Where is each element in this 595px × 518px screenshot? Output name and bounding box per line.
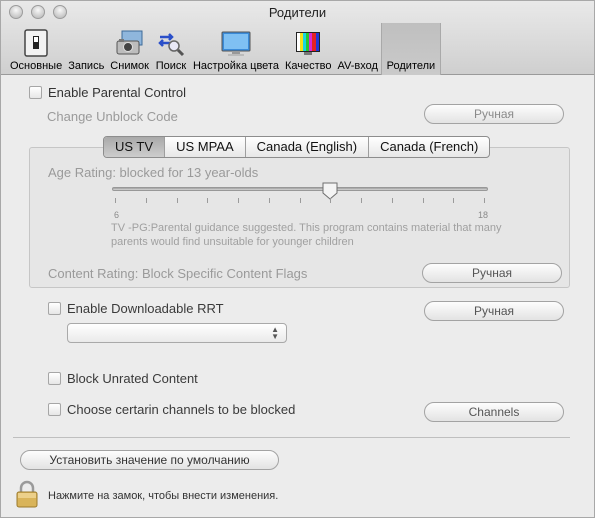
toolbar-item-general[interactable]: Основные	[7, 23, 65, 75]
rating-system-tabs: US TV US MPAA Canada (English) Canada (F…	[103, 136, 491, 158]
record-icon	[70, 29, 102, 57]
toolbar-item-record[interactable]: Запись	[65, 23, 107, 75]
toolbar-item-search[interactable]: Поиск	[152, 23, 190, 75]
lock-icon[interactable]	[15, 480, 39, 508]
block-unrated-label: Block Unrated Content	[67, 371, 198, 386]
content-rating-row: Content Rating: Block Specific Content F…	[48, 266, 307, 281]
toolbar-item-label: AV-вход	[337, 60, 378, 72]
slider-max-label: 18	[478, 210, 489, 220]
enable-parental-control-checkbox[interactable]	[29, 86, 42, 99]
title-bar: Родители Основные Запись Снимок Поиск На…	[1, 1, 594, 75]
choose-channels-label: Choose certarin channels to be blocked	[67, 402, 296, 417]
tab-us-tv[interactable]: US TV	[104, 137, 166, 157]
toolbar-item-av-input[interactable]: AV-вход	[334, 23, 380, 75]
toolbar-item-label: Снимок	[110, 60, 149, 72]
enable-parental-control-row[interactable]: Enable Parental Control	[29, 85, 186, 100]
tab-us-mpaa[interactable]: US MPAA	[165, 137, 246, 157]
toolbar-item-parents[interactable]: Родители	[380, 23, 441, 75]
change-unblock-code-label: Change Unblock Code	[47, 109, 178, 124]
parents-icon	[385, 29, 437, 57]
block-unrated-row[interactable]: Block Unrated Content	[48, 371, 198, 386]
enable-parental-control-label: Enable Parental Control	[48, 85, 187, 100]
toolbar-item-label: Качество	[284, 60, 332, 72]
monitor-icon	[220, 29, 252, 57]
toolbar: Основные Запись Снимок Поиск Настройка ц…	[7, 23, 441, 75]
preferences-window: Родители Основные Запись Снимок Поиск На…	[0, 0, 595, 518]
av-input-icon	[342, 29, 374, 57]
age-slider-track[interactable]	[112, 187, 488, 191]
toolbar-item-label: Основные	[10, 60, 63, 72]
slider-min-label: 6	[114, 210, 120, 220]
toolbar-item-color-settings[interactable]: Настройка цвета	[190, 23, 282, 75]
toolbar-item-snapshot[interactable]: Снимок	[107, 23, 152, 75]
enable-rrt-label: Enable Downloadable RRT	[67, 301, 224, 316]
block-unrated-checkbox[interactable]	[48, 372, 61, 385]
age-rating-row: Age Rating: blocked for 13 year-olds	[48, 165, 258, 180]
change-code-button[interactable]: Ручная	[424, 104, 564, 124]
content-rating-button[interactable]: Ручная	[422, 263, 562, 283]
age-slider-ticks	[115, 198, 485, 204]
tab-canada-english[interactable]: Canada (English)	[246, 137, 370, 157]
lock-hint-text: Нажмите на замок, чтобы внести изменения…	[48, 490, 279, 502]
downloadable-rrt-row[interactable]: Enable Downloadable RRT	[48, 301, 224, 316]
content-rating-label: Content Rating: Block Specific Content F…	[48, 266, 308, 281]
up-down-arrows-icon: ▲ ▼	[271, 325, 279, 341]
choose-channels-checkbox[interactable]	[48, 403, 61, 416]
search-arrows-icon	[155, 29, 187, 57]
age-rating-label: Age Rating: blocked for 13 year-olds	[48, 165, 259, 180]
toolbar-item-label: Поиск	[155, 60, 187, 72]
set-default-button[interactable]: Установить значение по умолчанию	[20, 450, 279, 470]
toolbar-item-label: Настройка цвета	[192, 60, 279, 72]
camera-icon	[114, 29, 146, 57]
rrt-select[interactable]: ▲ ▼	[67, 323, 287, 343]
window-title: Родители	[268, 5, 327, 20]
toolbar-item-label: Запись	[68, 60, 105, 72]
footer-separator	[13, 437, 570, 438]
choose-channels-row[interactable]: Choose certarin channels to be blocked	[48, 402, 295, 417]
tab-canada-french[interactable]: Canada (French)	[369, 137, 489, 157]
enable-rrt-checkbox[interactable]	[48, 302, 61, 315]
rating-description: TV -PG:Parental guidance suggested. This…	[111, 222, 502, 248]
toolbar-item-quality[interactable]: Качество	[282, 23, 335, 75]
switch-icon	[20, 29, 52, 57]
channels-button[interactable]: Channels	[424, 402, 564, 422]
change-unblock-code-row: Change Unblock Code	[47, 109, 178, 124]
toolbar-item-label: Родители	[386, 60, 436, 72]
color-bars-icon	[292, 29, 324, 57]
rrt-button[interactable]: Ручная	[424, 301, 564, 321]
